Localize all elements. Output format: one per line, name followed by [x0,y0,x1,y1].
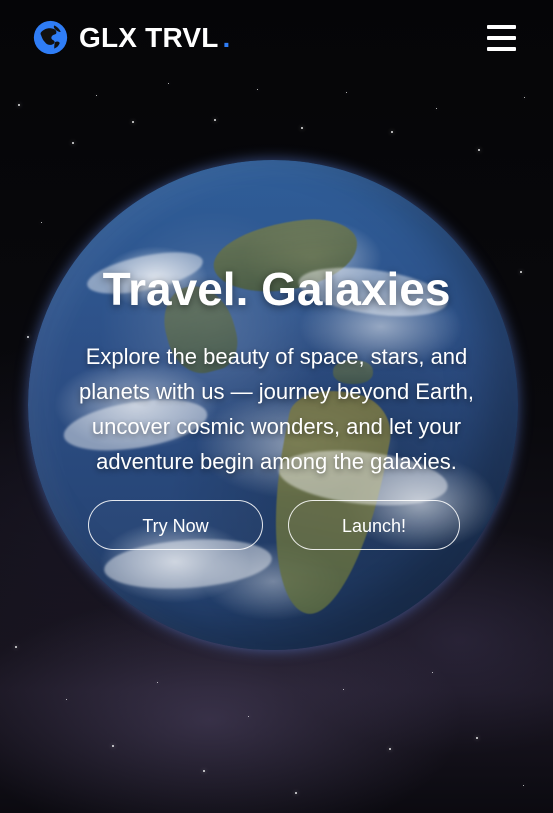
star [343,689,344,690]
star [478,149,480,151]
star [389,748,391,750]
star [168,83,169,84]
star [248,716,249,717]
hero-description: Explore the beauty of space, stars, and … [78,343,474,474]
star [157,682,158,683]
star [391,131,393,133]
star [214,119,216,121]
star [18,104,20,106]
star [203,770,205,772]
launch-button[interactable]: Launch! [288,500,460,550]
menu-line [487,36,516,40]
star [476,737,478,739]
top-navigation: GLX TRVL . [0,0,553,82]
star [96,95,97,96]
brand-name: GLX TRVL . [79,21,231,53]
star [524,97,525,98]
menu-line [487,47,516,51]
brand-text: GLX TRVL [79,21,219,53]
star [257,89,258,90]
hamburger-icon[interactable] [487,25,516,51]
globe-icon [33,20,68,55]
star [295,792,297,794]
star [436,108,437,109]
try-now-button[interactable]: Try Now [88,500,263,550]
star [132,121,134,123]
hero-title: Travel. Galaxies [102,263,451,315]
menu-line [487,25,516,29]
star [301,127,303,129]
star [72,142,74,144]
hero-section: Travel. Galaxies Explore the beauty of s… [0,264,553,479]
star [66,699,67,700]
star [432,672,433,673]
brand-logo[interactable]: GLX TRVL . [32,19,231,56]
hero-actions: Try Now Launch! [88,500,460,552]
brand-dot: . [222,21,231,53]
star [15,646,17,648]
star [112,745,114,747]
star [346,92,347,93]
star [523,785,524,786]
